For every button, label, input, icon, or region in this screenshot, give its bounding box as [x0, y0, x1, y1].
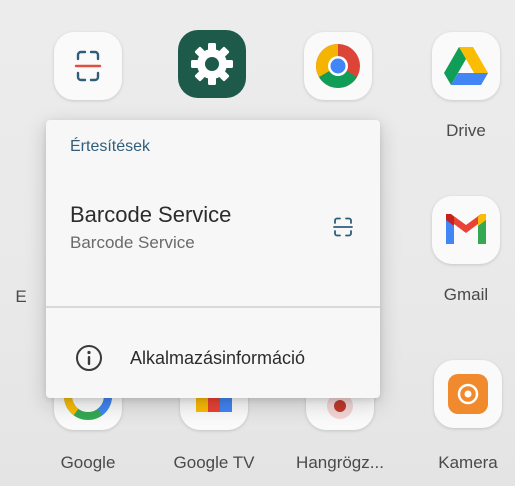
drive-app-icon[interactable] [432, 32, 500, 100]
settings-app-icon[interactable] [178, 30, 246, 98]
gmail-icon [446, 214, 486, 244]
barcode-app-icon[interactable] [54, 32, 122, 100]
google-label: Google [60, 453, 116, 472]
drive-icon [444, 47, 488, 85]
notification-subtitle: Barcode Service [70, 233, 195, 252]
app-shortcut-popup: Értesítések Barcode Service Barcode Serv… [46, 120, 380, 398]
kamera-app-icon[interactable] [434, 360, 502, 428]
hangrogz-label: Hangrögz... [296, 453, 384, 472]
chrome-icon [316, 44, 360, 88]
googletv-label: Google TV [173, 453, 255, 472]
home-screen: Drive E Gmail Google Google TV Hangrögz.… [0, 0, 515, 486]
gmail-app-icon[interactable] [432, 196, 500, 264]
drive-label: Drive [446, 121, 486, 140]
kamera-label: Kamera [438, 453, 498, 472]
app-info-button[interactable]: Alkalmazásinformáció [46, 308, 380, 398]
camera-icon [448, 374, 488, 414]
barcode-scan-icon [333, 217, 353, 237]
notifications-header: Értesítések [70, 138, 151, 155]
chrome-app-icon[interactable] [304, 32, 372, 100]
barcode-scan-icon [74, 50, 102, 82]
gmail-label: Gmail [443, 285, 489, 304]
gear-icon [191, 43, 233, 85]
app-info-label: Alkalmazásinformáció [130, 348, 306, 368]
info-icon [76, 345, 102, 371]
notification-title: Barcode Service [70, 202, 232, 227]
